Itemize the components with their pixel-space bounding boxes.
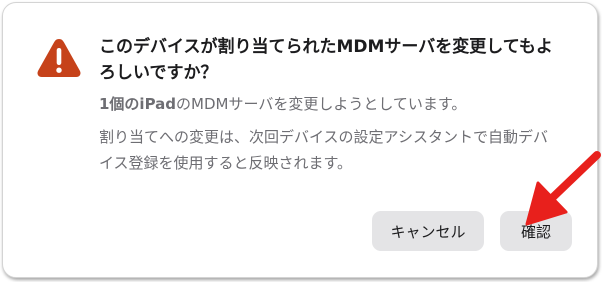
dialog-title: このデバイスが割り当てられたMDMサーバを変更してもよろしいですか？ [99,37,553,83]
red-arrow-icon [525,151,601,226]
dialog-message: 1個のiPadのMDMサーバを変更しようとしています。 [99,91,559,117]
confirm-dialog: このデバイスが割り当てられたMDMサーバを変更してもよろしいですか？ 1個のiP… [2,2,598,278]
warning-triangle-icon [37,39,81,77]
device-count-text: 1個のiPad [99,95,177,113]
dialog-detail: 割り当てへの変更は、次回デバイスの設定アシスタントで自動デバイス登録を使用すると… [99,128,548,172]
cancel-button[interactable]: キャンセル [372,211,484,251]
dialog-message-text: のMDMサーバを変更しようとしています。 [176,95,467,113]
screenshot-stage: このデバイスが割り当てられたMDMサーバを変更してもよろしいですか？ 1個のiP… [0,0,602,282]
